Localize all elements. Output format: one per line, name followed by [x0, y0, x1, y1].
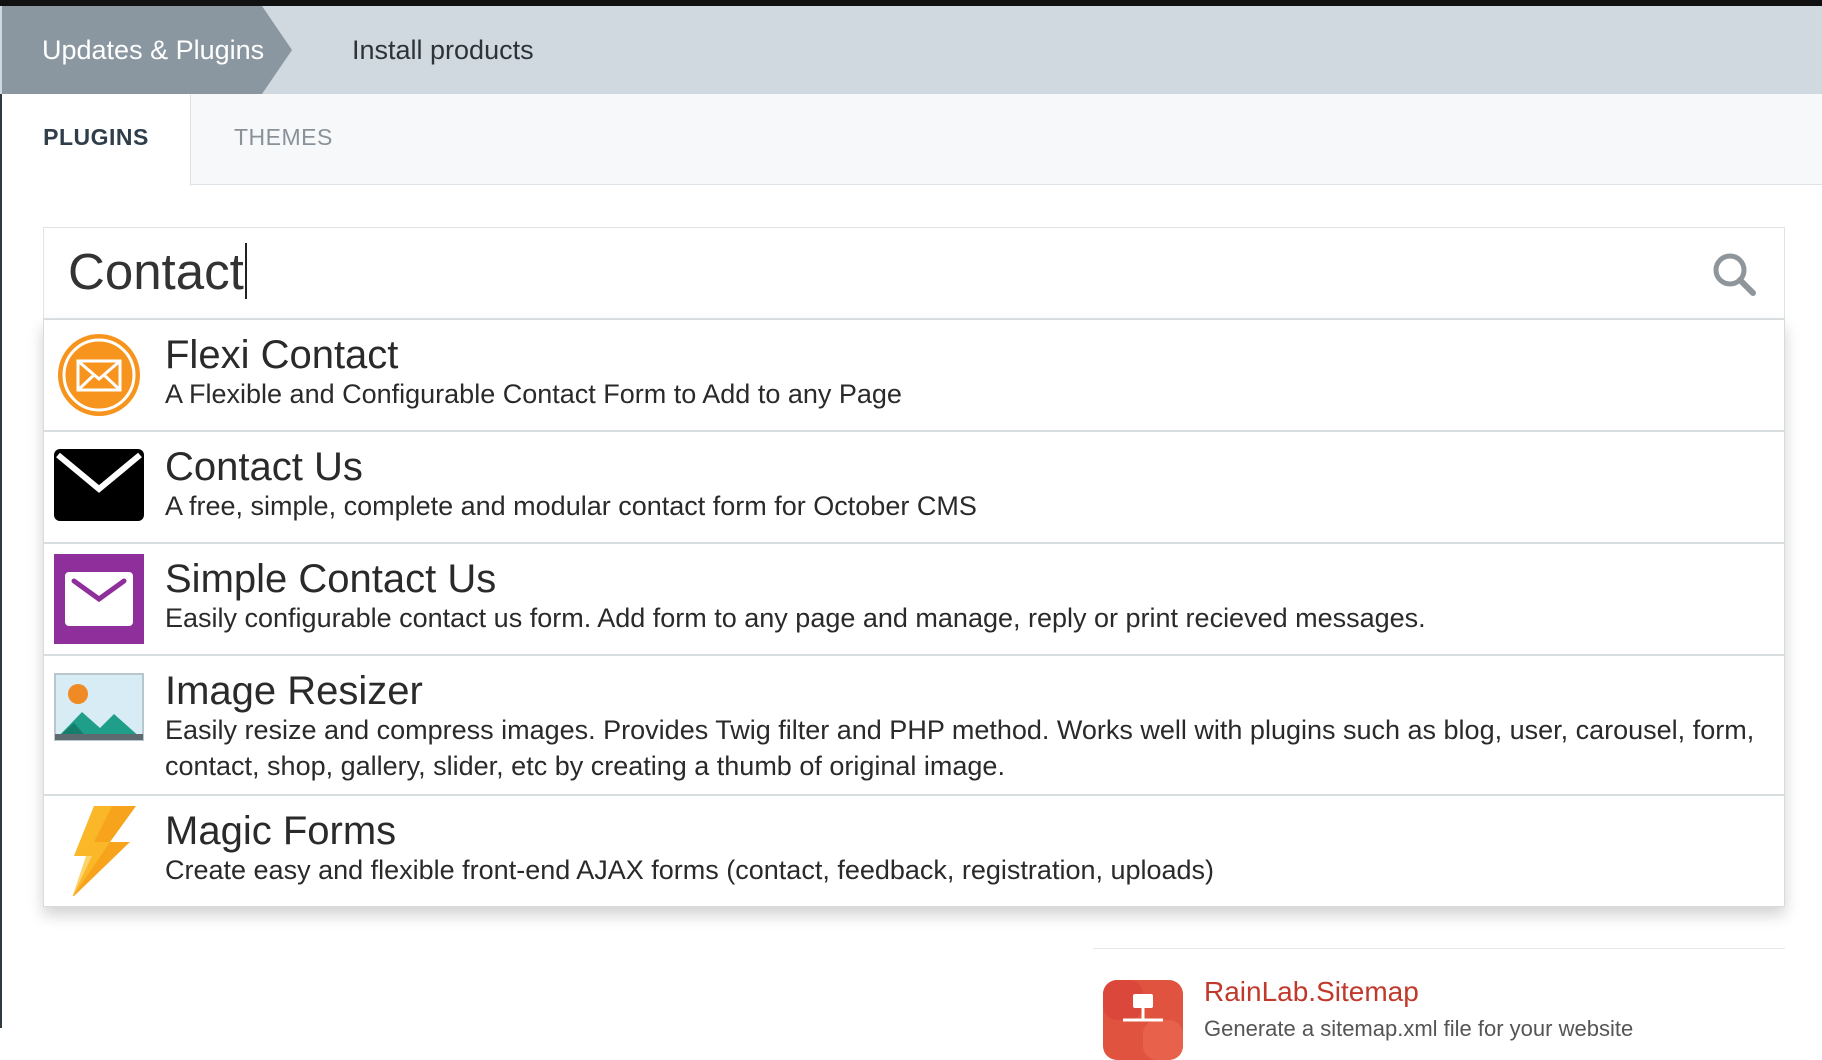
- result-description: Easily resize and compress images. Provi…: [165, 715, 1755, 781]
- search-query-text: Contact: [68, 243, 244, 300]
- breadcrumb-updates-plugins[interactable]: Updates & Plugins: [2, 6, 292, 94]
- result-title: Image Resizer: [165, 669, 423, 713]
- result-description: A free, simple, complete and modular con…: [165, 491, 977, 521]
- lightning-bolt-icon: [72, 806, 136, 896]
- envelope-icon: [54, 449, 144, 521]
- featured-plugin-title[interactable]: RainLab.Sitemap: [1204, 976, 1419, 1008]
- search-results-dropdown: Flexi Contact A Flexible and Configurabl…: [43, 319, 1785, 907]
- search-input[interactable]: Contact: [43, 227, 1785, 319]
- breadcrumb: Updates & Plugins Install products: [0, 6, 1822, 94]
- sidebar-edge: [0, 94, 2, 1028]
- search-icon[interactable]: [1710, 250, 1758, 298]
- result-title: Magic Forms: [165, 809, 397, 853]
- result-title: Simple Contact Us: [165, 557, 497, 601]
- result-title: Flexi Contact: [165, 333, 399, 377]
- featured-divider: [1093, 948, 1785, 949]
- text-caret: [244, 243, 247, 299]
- tab-themes[interactable]: Themes: [234, 94, 333, 185]
- search-input-value[interactable]: Contact: [68, 242, 247, 302]
- result-item[interactable]: Simple Contact Us Easily configurable co…: [44, 544, 1784, 656]
- result-description: Create easy and flexible front-end AJAX …: [165, 855, 1215, 885]
- envelope-circle-icon: [58, 334, 140, 416]
- result-item[interactable]: Magic Forms Create easy and flexible fro…: [44, 796, 1784, 908]
- breadcrumb-install-products: Install products: [352, 35, 534, 65]
- result-title: Contact Us: [165, 445, 363, 489]
- result-item[interactable]: Image Resizer Easily resize and compress…: [44, 656, 1784, 796]
- result-description: A Flexible and Configurable Contact Form…: [165, 379, 902, 409]
- result-item[interactable]: Flexi Contact A Flexible and Configurabl…: [44, 320, 1784, 432]
- tabs-bar: Plugins Themes: [2, 94, 1822, 186]
- landscape-image-icon: [54, 673, 144, 741]
- tab-plugins[interactable]: Plugins: [2, 94, 191, 186]
- sitemap-icon[interactable]: [1103, 980, 1183, 1060]
- featured-plugin-description: Generate a sitemap.xml file for your web…: [1204, 1016, 1634, 1041]
- envelope-square-icon: [54, 554, 144, 644]
- result-description: Easily configurable contact us form. Add…: [165, 603, 1426, 633]
- result-item[interactable]: Contact Us A free, simple, complete and …: [44, 432, 1784, 544]
